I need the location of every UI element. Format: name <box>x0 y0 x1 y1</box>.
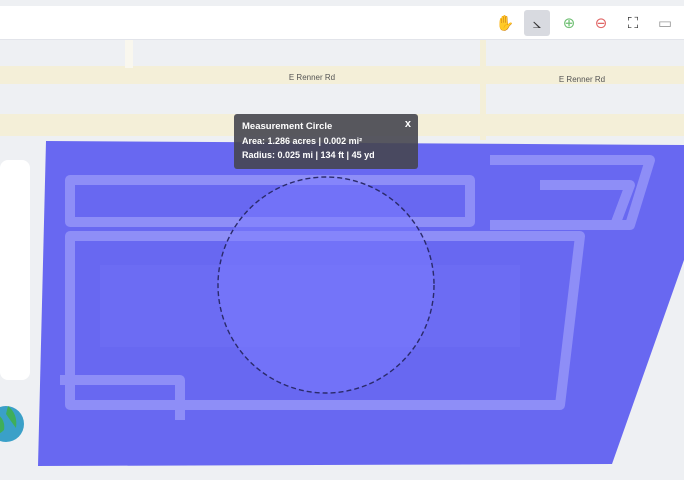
more-icon[interactable]: ▭ <box>652 10 678 36</box>
popup-radius: Radius: 0.025 mi | 134 ft | 45 yd <box>242 150 375 160</box>
map-app: E Renner Rd E Renner Rd ✋ ⦣ ⊕ ⊖ ⛶ ▭ Measureme… <box>0 0 684 480</box>
measure-angle-icon[interactable]: ⦣ <box>524 9 550 36</box>
road-side-1 <box>125 40 133 68</box>
road-label-1: E Renner Rd <box>289 73 335 82</box>
measurement-circle[interactable] <box>217 176 435 394</box>
road-connector <box>480 40 486 140</box>
measurement-popup: Measurement Circle x Area: 1.286 acres |… <box>234 114 418 169</box>
fit-extent-icon[interactable]: ⛶ <box>620 10 646 36</box>
map-toolbar: ✋ ⦣ ⊕ ⊖ ⛶ ▭ <box>0 6 684 40</box>
road-label-2: E Renner Rd <box>559 75 605 84</box>
add-circle-icon[interactable]: ⊕ <box>556 10 582 36</box>
adjacent-parcel <box>0 160 30 380</box>
hand-pan-icon[interactable]: ✋ <box>492 10 518 36</box>
map-canvas[interactable]: E Renner Rd E Renner Rd <box>0 0 684 480</box>
popup-area: Area: 1.286 acres | 0.002 mi² <box>242 136 363 146</box>
popup-title: Measurement Circle <box>242 121 333 132</box>
remove-circle-icon[interactable]: ⊖ <box>588 10 614 36</box>
popup-close-button[interactable]: x <box>405 117 411 131</box>
